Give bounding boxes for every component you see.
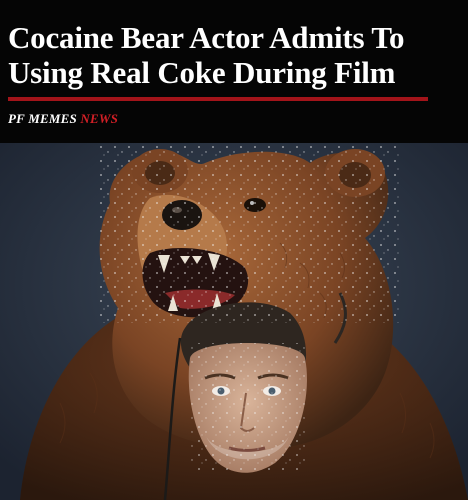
brand-name: PF MEMES	[8, 111, 77, 126]
brand-accent: NEWS	[80, 111, 119, 126]
news-header: Cocaine Bear Actor Admits To Using Real …	[0, 0, 468, 143]
powder-dusting	[100, 143, 400, 323]
brand-label: PF MEMES NEWS	[8, 111, 118, 127]
bear-costume-photo	[0, 143, 468, 500]
red-divider	[8, 97, 428, 101]
headline-line-1: Cocaine Bear Actor Admits To	[8, 20, 405, 55]
headline-line-2: Using Real Coke During Film	[8, 55, 396, 90]
headline: Cocaine Bear Actor Admits To Using Real …	[8, 20, 463, 90]
